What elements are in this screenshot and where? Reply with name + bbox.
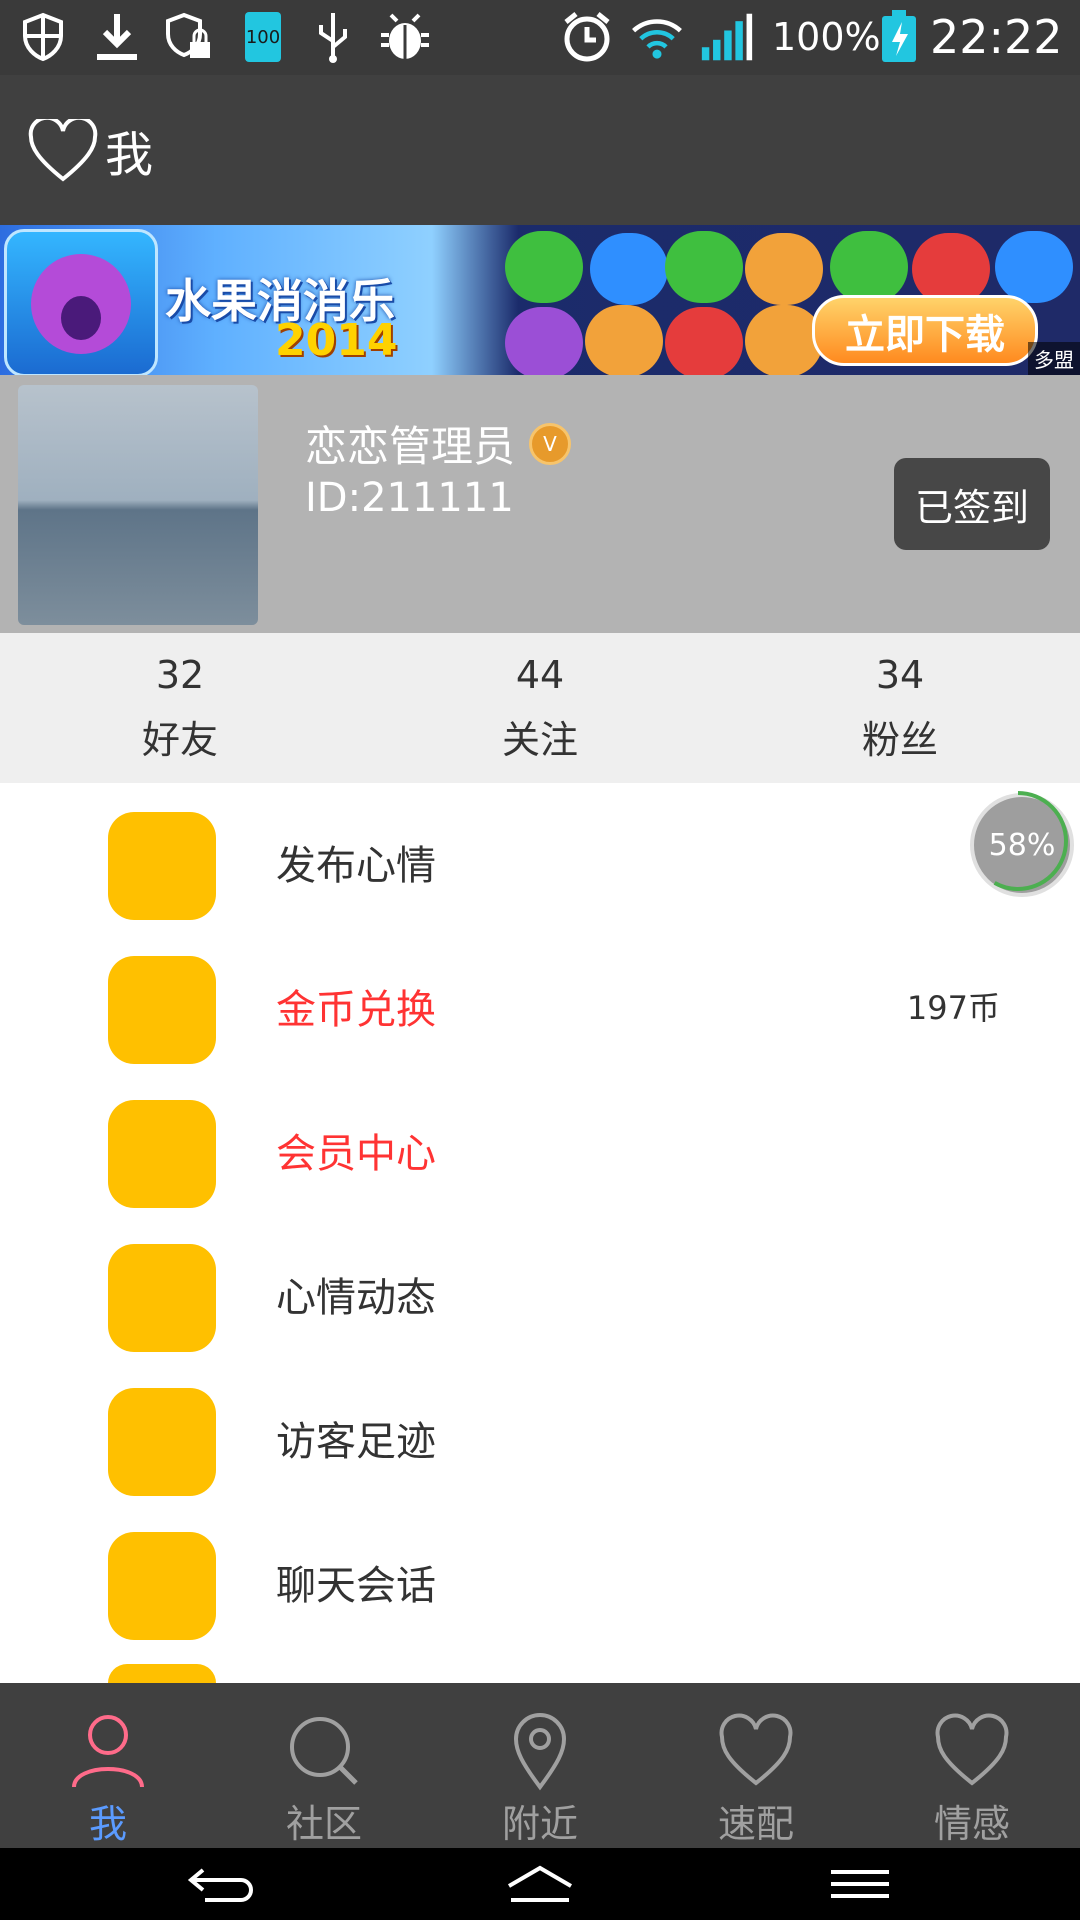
menu-item-icon <box>108 1244 216 1352</box>
stat-value: 34 <box>875 653 925 697</box>
stat-value: 44 <box>515 653 565 697</box>
menu-item-chat[interactable]: 聊天会话 <box>0 1503 1080 1647</box>
bottom-tab-bar: 我 社区 附近 速配 情感 <box>0 1683 1080 1848</box>
clock: 22:22 <box>930 10 1063 64</box>
app-header: 我 <box>0 75 1080 225</box>
stat-label: 好友 <box>141 718 218 762</box>
fruit-icon <box>665 307 743 375</box>
progress-ring <box>968 791 1068 891</box>
status-bar: 100 100% 22:22 <box>0 0 1080 75</box>
stat-fans[interactable]: 34 粉丝 <box>780 653 1020 764</box>
fruit-icon <box>665 231 743 303</box>
menu-item-coin-exchange[interactable]: 金币兑换 197币 <box>0 927 1080 1071</box>
page-title: 我 <box>105 127 154 183</box>
download-now-button[interactable]: 立即下载 <box>812 295 1038 366</box>
alarm-icon <box>560 10 614 64</box>
tab-match[interactable]: 速配 <box>648 1683 864 1848</box>
stat-following[interactable]: 44 关注 <box>420 653 660 764</box>
profile-name-text: 恋恋管理员 <box>305 422 516 471</box>
person-icon <box>72 1715 144 1788</box>
ad-banner[interactable]: 水果消消乐 2014 立即下载 多盟 <box>0 225 1080 375</box>
tab-label: 情感 <box>933 1802 1010 1846</box>
menu-item-icon <box>108 1664 216 1683</box>
profile-name: 恋恋管理员 V <box>305 413 572 474</box>
menu-item-icon <box>108 1100 216 1208</box>
bug-icon <box>378 10 432 64</box>
game-app-icon <box>4 229 158 375</box>
ad-year: 2014 <box>275 315 398 366</box>
wifi-icon <box>630 10 684 64</box>
fruit-icon <box>745 233 823 305</box>
fruit-icon <box>590 233 668 305</box>
tab-label: 我 <box>88 1802 127 1846</box>
menu-item-label: 心情动态 <box>276 1275 436 1321</box>
download-icon <box>90 10 144 64</box>
menu-item-post-mood[interactable]: 发布心情 <box>0 783 1080 927</box>
battery-saver-label: 100 <box>245 12 281 62</box>
security-lock-icon <box>162 10 216 64</box>
vip-badge-icon: V <box>529 422 572 465</box>
tab-emotion[interactable]: 情感 <box>864 1683 1080 1848</box>
profile-card: 恋恋管理员 V ID:211111 已签到 <box>0 375 1080 633</box>
stat-value: 32 <box>155 653 205 697</box>
menu-item-label: 发布心情 <box>276 843 436 889</box>
menu-item-label: 访客足迹 <box>276 1419 436 1465</box>
stats-bar: 32 好友 44 关注 34 粉丝 <box>0 633 1080 783</box>
stat-friends[interactable]: 32 好友 <box>60 653 300 764</box>
system-nav-bar <box>0 1848 1080 1920</box>
ad-network-tag: 多盟 <box>1028 342 1080 375</box>
signin-button[interactable]: 已签到 <box>894 458 1050 550</box>
tab-label: 速配 <box>717 1802 794 1846</box>
fruit-icon <box>830 231 908 303</box>
location-pin-icon <box>513 1713 567 1791</box>
fruit-icon <box>745 305 823 375</box>
menu-item-label: 聊天会话 <box>276 1563 436 1609</box>
battery-percent: 100% <box>772 15 881 59</box>
heart-icon <box>719 1713 793 1786</box>
menu-item-icon <box>108 1532 216 1640</box>
tab-community[interactable]: 社区 <box>216 1683 432 1848</box>
battery-saver-icon: 100 <box>236 10 290 64</box>
coin-balance: 197币 <box>906 989 1000 1027</box>
stat-label: 关注 <box>501 718 578 762</box>
menu-item-visitors[interactable]: 访客足迹 <box>0 1359 1080 1503</box>
avatar[interactable] <box>18 385 258 625</box>
fruit-icon <box>585 305 663 375</box>
fruit-icon <box>505 307 583 375</box>
tab-me[interactable]: 我 <box>0 1683 216 1848</box>
menu-item-label: 金币兑换 <box>276 987 436 1033</box>
menu-item-icon <box>108 1388 216 1496</box>
heart-icon <box>28 115 98 187</box>
menu-item-icon <box>108 956 216 1064</box>
menu-icon[interactable] <box>810 1858 910 1910</box>
signal-icon <box>700 10 754 64</box>
back-icon[interactable] <box>170 1858 270 1910</box>
menu-item-vip-center[interactable]: 会员中心 <box>0 1071 1080 1215</box>
menu-item-mood-feed[interactable]: 心情动态 <box>0 1215 1080 1359</box>
battery-charging-icon <box>872 10 926 64</box>
shield-icon <box>16 10 70 64</box>
usb-icon <box>306 10 360 64</box>
fruit-icon <box>505 231 583 303</box>
search-icon <box>290 1717 358 1785</box>
home-icon[interactable] <box>490 1858 590 1910</box>
fruit-icon <box>995 231 1073 303</box>
heart-icon <box>935 1713 1009 1786</box>
menu-item-icon <box>108 812 216 920</box>
menu-item-label: 会员中心 <box>276 1131 436 1177</box>
tab-nearby[interactable]: 附近 <box>432 1683 648 1848</box>
tab-label: 社区 <box>285 1802 362 1846</box>
stat-label: 粉丝 <box>861 718 938 762</box>
profile-id: ID:211111 <box>305 475 514 521</box>
tab-label: 附近 <box>501 1802 578 1846</box>
